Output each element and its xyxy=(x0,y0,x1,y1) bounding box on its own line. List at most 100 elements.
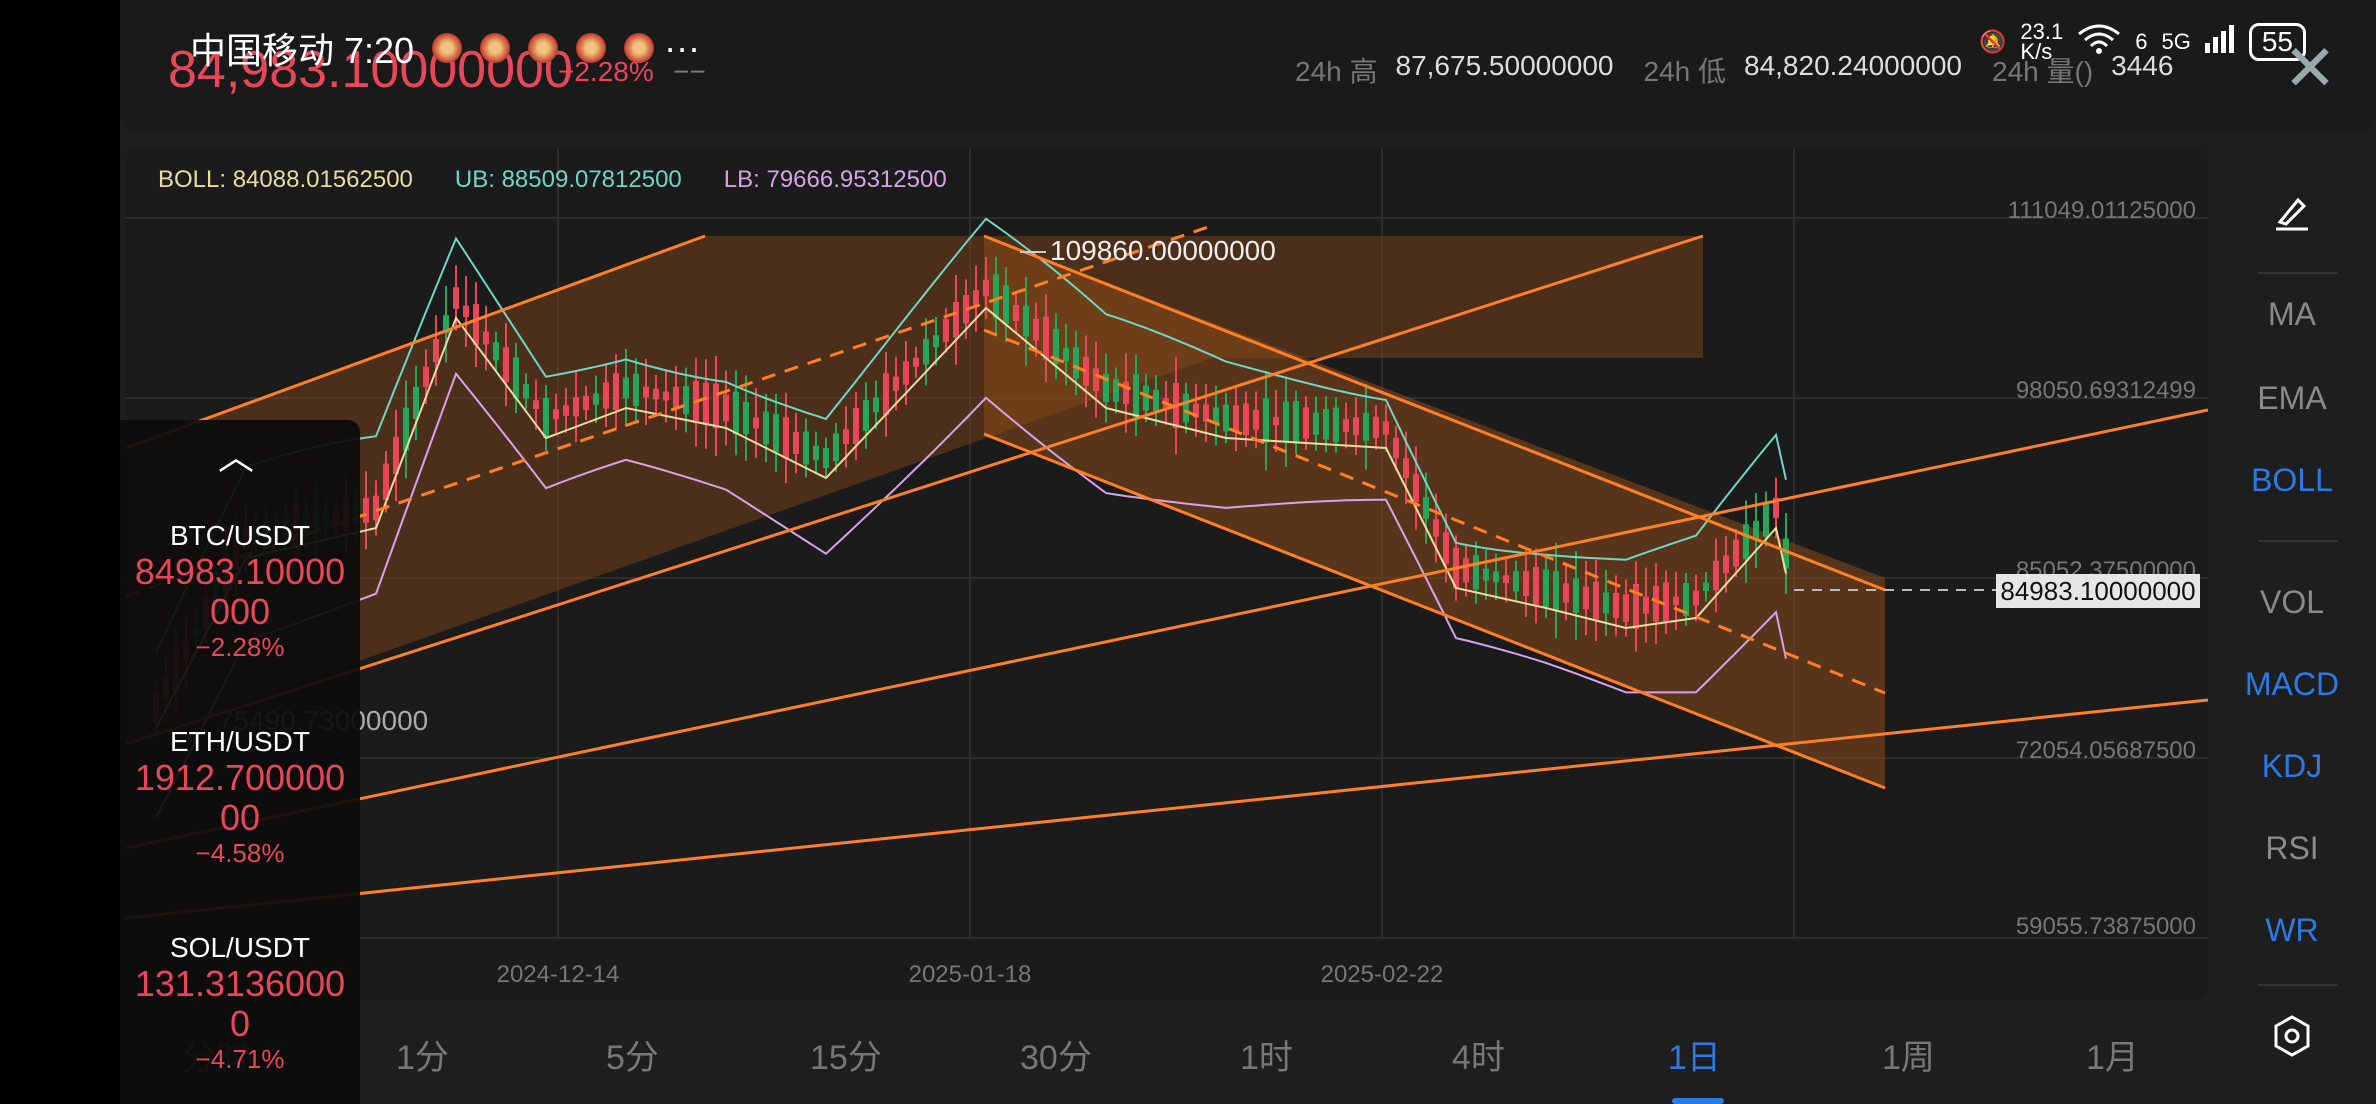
candle-body xyxy=(753,417,759,429)
date-label: 2025-02-22 xyxy=(1321,961,1444,988)
candle-body xyxy=(1263,398,1269,443)
candle-body xyxy=(763,411,769,445)
indicator-kdj[interactable]: KDJ xyxy=(2208,748,2376,785)
ticker-name: SOL/USDT xyxy=(169,932,311,963)
lb-value: LB: 79666.95312500 xyxy=(723,166,947,193)
candle-body xyxy=(1433,519,1439,537)
candle-body xyxy=(663,391,669,401)
candle-body xyxy=(1393,437,1399,459)
candle-body xyxy=(1243,403,1249,436)
volume-label: 24h 量() xyxy=(1992,56,2094,87)
ticker-overlay[interactable]: ︿ BTC/USDT 84983.10000000 −2.28% ETH/USD… xyxy=(120,420,360,1104)
candle-body xyxy=(603,382,609,409)
tab-timeframe[interactable]: 5分 xyxy=(606,1030,659,1079)
indicator-vol[interactable]: VOL xyxy=(2208,584,2376,621)
candle-body xyxy=(1283,401,1289,442)
candle-body xyxy=(1463,558,1469,583)
indicator-boll[interactable]: BOLL xyxy=(2208,462,2376,499)
tab-timeframe-active[interactable]: 1日 xyxy=(1668,1030,1721,1079)
divider xyxy=(2258,540,2338,542)
indicator-macd[interactable]: MACD xyxy=(2208,666,2376,703)
candle-body xyxy=(463,305,469,318)
candle-body xyxy=(1423,497,1429,519)
ticker-change: −2.28% xyxy=(195,632,285,662)
indicator-rsi[interactable]: RSI xyxy=(2208,830,2376,867)
candle-body xyxy=(1003,285,1009,324)
ticker-name: BTC/USDT xyxy=(170,520,310,551)
tab-timeframe[interactable]: 1月 xyxy=(2086,1030,2139,1079)
candle-body xyxy=(833,433,839,462)
candle-body xyxy=(1383,421,1389,435)
candle-body xyxy=(1743,524,1749,560)
candlestick-chart[interactable]: BOLL: 84088.01562500 UB: 88509.07812500 … xyxy=(126,148,2208,1000)
tab-timeframe[interactable]: 1时 xyxy=(1240,1030,1293,1079)
candle-body xyxy=(1703,582,1709,592)
tab-timeframe[interactable]: 15分 xyxy=(810,1030,882,1079)
indicator-wr[interactable]: WR xyxy=(2208,912,2376,949)
candle-body xyxy=(1483,568,1489,581)
ub-value: UB: 88509.07812500 xyxy=(454,166,682,193)
tab-timeframe[interactable]: 1分 xyxy=(396,1030,449,1079)
candle-body xyxy=(1063,348,1069,362)
candle-body xyxy=(1183,393,1189,423)
candle-body xyxy=(943,319,949,342)
candle-body xyxy=(1513,571,1519,592)
tab-timeframe[interactable]: 4时 xyxy=(1452,1030,1505,1079)
candle-body xyxy=(783,417,789,459)
candle-body xyxy=(1293,401,1299,444)
tab-timeframe[interactable]: 1周 xyxy=(1882,1030,1935,1079)
candle-body xyxy=(803,431,809,465)
price-axis-label: 72054.05687500 xyxy=(2016,737,2196,764)
candle-body xyxy=(713,383,719,429)
candle-body xyxy=(583,395,589,411)
settings-icon[interactable] xyxy=(2208,1014,2376,1066)
timeframe-bar: 分时 1分 5分 15分 30分 1时 4时 1日 1周 1月 xyxy=(120,1010,2208,1104)
candle-body xyxy=(1303,407,1309,439)
candle-body xyxy=(1593,581,1599,620)
chevron-up-icon[interactable]: ︿ xyxy=(218,428,254,480)
candle-body xyxy=(1333,407,1339,443)
candle-body xyxy=(1313,412,1319,435)
candle-body xyxy=(1323,408,1329,440)
candle-body xyxy=(1713,560,1719,591)
candle-body xyxy=(1413,474,1419,502)
volume-value: 3446 xyxy=(2111,50,2174,81)
candle-body xyxy=(513,357,519,399)
candle-body xyxy=(863,400,869,431)
active-tab-indicator xyxy=(1672,1098,1724,1104)
candle-body xyxy=(893,376,899,391)
indicator-ma[interactable]: MA xyxy=(2208,296,2376,333)
candle-body xyxy=(1023,306,1029,337)
indicator-ema[interactable]: EMA xyxy=(2208,380,2376,417)
candle-body xyxy=(593,393,599,405)
candle-body xyxy=(453,287,459,309)
candle-body xyxy=(373,495,379,521)
candle-body xyxy=(1643,596,1649,614)
candle-body xyxy=(1523,571,1529,596)
draw-tool-icon[interactable] xyxy=(2208,192,2376,240)
close-icon[interactable]: ✕ xyxy=(2282,36,2338,100)
trendline-base[interactable] xyxy=(126,698,2208,920)
chart-canvas[interactable]: 111049.01125000 98050.69312499 85052.375… xyxy=(126,148,2208,1000)
candle-body xyxy=(723,394,729,422)
max-annotation: 109860.00000000 xyxy=(1050,235,1276,266)
ticker-item[interactable]: SOL/USDT 131.31360000 −4.71% xyxy=(120,932,360,1075)
candle-body xyxy=(1533,566,1539,605)
candle-body xyxy=(1273,417,1279,426)
divider xyxy=(2258,272,2338,274)
candle-body xyxy=(363,497,369,523)
candle-body xyxy=(1563,583,1569,603)
candle-body xyxy=(1613,592,1619,619)
ticker-item[interactable]: ETH/USDT 1912.70000000 −4.58% xyxy=(120,726,360,869)
ticker-item[interactable]: BTC/USDT 84983.10000000 −2.28% xyxy=(120,520,360,663)
candle-body xyxy=(1013,305,1019,321)
candle-body xyxy=(1373,416,1379,439)
candle-body xyxy=(813,445,819,461)
candle-body xyxy=(1093,368,1099,392)
tab-timeframe[interactable]: 30分 xyxy=(1020,1030,1092,1079)
more-dots: ··· xyxy=(664,27,701,68)
candle-body xyxy=(913,357,919,367)
notification-icon xyxy=(480,33,511,63)
candle-body xyxy=(1253,410,1259,430)
candle-body xyxy=(553,409,559,420)
